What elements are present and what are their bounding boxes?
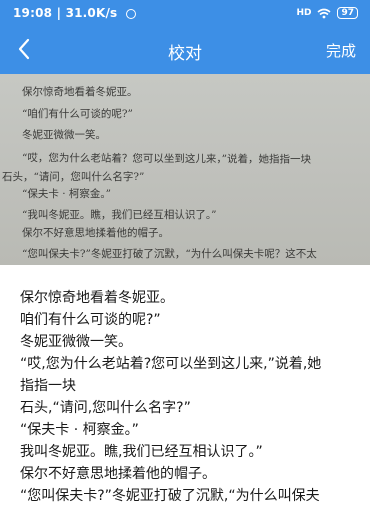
status-bar: 19:08 | 31.0K/s HD 97	[0, 0, 370, 28]
ocr-text-line: 保尔不好意思地揉着他的帽子。	[20, 466, 216, 482]
nav-bar: 校对 完成	[0, 30, 370, 70]
done-button[interactable]: 完成	[326, 40, 356, 61]
photo-text-line: “咱们有什么可谈的呢?”	[22, 108, 133, 120]
photo-text-line: 保尔不好意思地揉着他的帽子。	[22, 227, 169, 239]
signal-icon: HD	[296, 8, 312, 18]
wifi-icon	[317, 8, 331, 18]
status-right: HD 97	[296, 6, 358, 20]
status-divider: |	[56, 6, 66, 20]
ocr-text-line: 冬妮亚微微一笑。	[20, 334, 132, 350]
ocr-text-line: “哎,您为什么老站着?您可以坐到这儿来,”说着,她	[20, 356, 322, 372]
photo-text-line: “您叫保夫卡?”冬妮亚打破了沉默，“为什么叫保夫卡呢？这不太	[22, 248, 317, 260]
network-speed: 31.0K/s	[65, 6, 118, 20]
photo-text-line: 石头，“请问，您叫什么名字?”	[2, 171, 145, 183]
scanned-page-photo: 保尔惊奇地看着冬妮亚。 “咱们有什么可谈的呢?” 冬妮亚微微一笑。 “哎，您为什…	[0, 74, 370, 265]
ocr-text-line: 保尔惊奇地看着冬妮亚。	[20, 290, 174, 306]
battery-icon: 97	[337, 7, 358, 19]
status-left: 19:08 | 31.0K/s	[13, 6, 136, 20]
ocr-text-line: “您叫保夫卡?”冬妮亚打破了沉默,“为什么叫保夫	[20, 488, 320, 504]
ocr-text-line: “保夫卡 · 柯察金。”	[20, 422, 139, 438]
ocr-text-line: 我叫冬妮亚。瞧,我们已经互相认识了。”	[20, 444, 263, 460]
photo-text-line: “我叫冬妮亚。瞧，我们已经互相认识了。”	[22, 209, 217, 221]
page-title: 校对	[168, 44, 202, 64]
battery-level: 97	[341, 8, 354, 18]
status-time: 19:08	[13, 6, 53, 20]
ocr-result-editor[interactable]: 保尔惊奇地看着冬妮亚。 咱们有什么可谈的呢?” 冬妮亚微微一笑。 “哎,您为什么…	[0, 265, 370, 504]
ocr-text-line: 咱们有什么可谈的呢?”	[20, 312, 161, 328]
photo-text-line: 冬妮亚微微一笑。	[22, 129, 106, 141]
alarm-icon	[125, 9, 136, 19]
photo-text-line: 保尔惊奇地看着冬妮亚。	[22, 86, 138, 98]
photo-text-line: “哎，您为什么老站着？您可以坐到这儿来，”说着，她指指一块	[21, 152, 312, 166]
ocr-text-line: 石头,“请问,您叫什么名字?”	[20, 400, 191, 416]
ocr-text-line: 指指一块	[20, 378, 76, 394]
app-header: 19:08 | 31.0K/s HD 97 校对 完成	[0, 0, 370, 74]
photo-text-line: “保夫卡 · 柯察金。”	[22, 188, 111, 200]
